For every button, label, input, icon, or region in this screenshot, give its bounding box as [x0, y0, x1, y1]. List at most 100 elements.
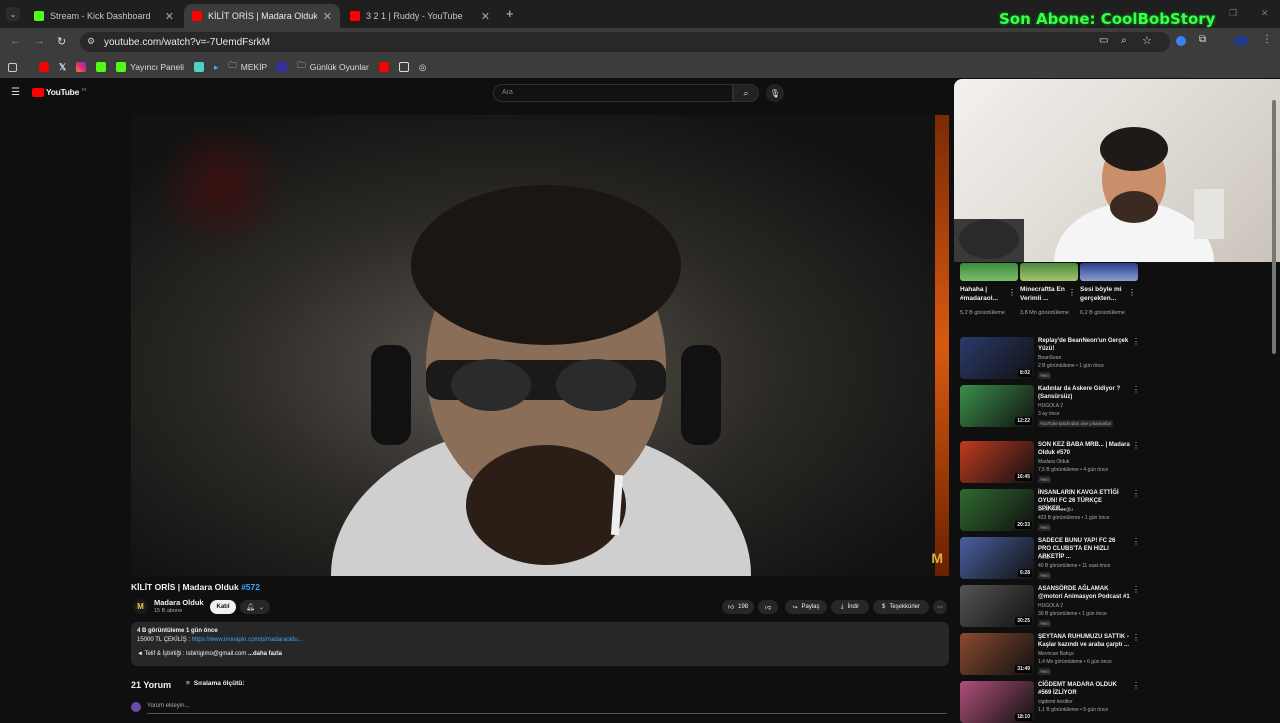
cast-icon[interactable]: ▭: [1099, 35, 1108, 46]
forward-icon[interactable]: →: [34, 35, 45, 47]
download-button[interactable]: ⤓ İndir: [831, 600, 869, 614]
address-bar[interactable]: youtube.com/watch?v=-7UemdFsrkM: [80, 32, 1170, 52]
more-icon[interactable]: ⋮: [1008, 288, 1016, 297]
video-description[interactable]: 4 B görüntüleme 1 gün önce 15000 TL ÇEKİ…: [131, 622, 949, 666]
profile-avatar[interactable]: [1234, 36, 1248, 46]
menu-icon[interactable]: ☰: [11, 87, 20, 98]
video-title[interactable]: SON KEZ BABA MRB... | Madara Olduk #570: [1038, 441, 1130, 457]
shorts-thumbnail[interactable]: [960, 263, 1018, 281]
bookmark-folder-mekip[interactable]: 🗀 MEKİP: [228, 60, 267, 74]
window-close-icon[interactable]: ✕: [1261, 8, 1269, 19]
recommended-video[interactable]: 8:02 Replay'de BeanNeon'un Gerçek Yüzü! Be…: [960, 337, 1140, 379]
bookmark-icon[interactable]: [277, 62, 288, 72]
x-icon[interactable]: 𝕏: [59, 62, 66, 73]
like-button[interactable]: 👍︎ 198: [722, 600, 754, 614]
globe-icon[interactable]: ◎: [419, 62, 426, 73]
video-hashtag[interactable]: #572: [241, 582, 260, 592]
extension-icon[interactable]: [1176, 36, 1186, 46]
bookmark-star-icon[interactable]: ☆: [1142, 34, 1152, 47]
video-thumbnail[interactable]: 31:49: [960, 633, 1034, 675]
recommended-video[interactable]: 31:49 ŞEYTANA RUHUMUZU SATTIK - Kaşlar ka…: [960, 633, 1140, 675]
more-icon[interactable]: ⋮: [1132, 489, 1140, 498]
extensions-puzzle-icon[interactable]: ⧉: [1199, 34, 1206, 45]
more-actions-button[interactable]: ⋯: [933, 600, 947, 614]
video-thumbnail[interactable]: 8:02: [960, 337, 1034, 379]
browser-menu-icon[interactable]: ⋮: [1262, 34, 1272, 45]
back-icon[interactable]: ←: [10, 35, 21, 47]
shorts-title[interactable]: Hahaha | #madaraol...: [960, 286, 1008, 303]
more-icon[interactable]: ⋮: [1132, 537, 1140, 546]
video-thumbnail[interactable]: 6:28: [960, 537, 1034, 579]
share-button[interactable]: ↪ Paylaş: [785, 600, 827, 614]
video-title[interactable]: ASANSÖRDE AĞLAMAK @motori Animasyon Podc…: [1038, 585, 1130, 601]
video-thumbnail[interactable]: 18:10: [960, 681, 1034, 723]
video-title[interactable]: SADECE BUNU YAP! FC 26 PRO CLUBS'TA EN H…: [1038, 537, 1130, 561]
bookmark-arrow-icon[interactable]: ▸: [214, 62, 218, 73]
video-player[interactable]: M: [131, 115, 949, 576]
join-button[interactable]: Katıl: [210, 600, 236, 614]
video-title[interactable]: Kadınlar da Askere Gidiyor ? (Sansürsüz): [1038, 385, 1130, 401]
channel-name[interactable]: Mevrican Bahçe: [1038, 650, 1074, 658]
shorts-thumbnail[interactable]: [1020, 263, 1078, 281]
bookmark-icon[interactable]: [193, 62, 204, 72]
channel-name[interactable]: HUGOLA 2: [1038, 602, 1063, 610]
tab-ruddy[interactable]: 3 2 1 | Ruddy - YouTube ✕: [342, 4, 498, 28]
video-thumbnail[interactable]: 16:45: [960, 441, 1034, 483]
recommended-video[interactable]: 18:10 CİĞDEMT MADARA OLDUK #569 İZLİYOR ci…: [960, 681, 1140, 723]
instagram-icon[interactable]: [76, 62, 87, 72]
recommended-video[interactable]: 30:25 ASANSÖRDE AĞLAMAK @motori Animasyon…: [960, 585, 1140, 627]
channel-name[interactable]: BeanSean: [1038, 354, 1061, 362]
recommended-video[interactable]: 20:33 İNSANLARIN KAVGA ETTİĞİ OYUN! FC 26…: [960, 489, 1140, 531]
more-icon[interactable]: ⋮: [1132, 633, 1140, 642]
kick-icon[interactable]: [96, 62, 107, 72]
image-icon[interactable]: [398, 62, 409, 72]
close-icon[interactable]: ✕: [323, 10, 332, 23]
video-thumbnail[interactable]: 20:33: [960, 489, 1034, 531]
channel-name[interactable]: cigdemt kesitler: [1038, 698, 1073, 706]
recommended-video[interactable]: 16:45 SON KEZ BABA MRB... | Madara Olduk …: [960, 441, 1140, 483]
tab-madara-olduk[interactable]: KİLİT ORİS | Madara Olduk #572 ✕: [184, 4, 340, 28]
more-icon[interactable]: ⋮: [1132, 337, 1140, 346]
recommended-video[interactable]: 6:28 SADECE BUNU YAP! FC 26 PRO CLUBS'TA …: [960, 537, 1140, 579]
window-restore-icon[interactable]: ❐: [1229, 8, 1237, 19]
add-comment-input[interactable]: Yorum ekleyin...: [147, 703, 189, 709]
bookmark-yayinci-paneli[interactable]: Yayıncı Paneli: [116, 62, 184, 72]
recommended-video[interactable]: 12:22 Kadınlar da Askere Gidiyor ? (Sansü…: [960, 385, 1140, 427]
youtube-icon[interactable]: [378, 62, 389, 72]
zoom-icon[interactable]: ⌕: [1121, 35, 1127, 46]
youtube-icon[interactable]: [39, 62, 49, 72]
channel-avatar[interactable]: M: [133, 599, 148, 614]
video-title[interactable]: CİĞDEMT MADARA OLDUK #569 İZLİYOR: [1038, 681, 1130, 697]
close-icon[interactable]: ✕: [165, 10, 174, 23]
site-settings-icon[interactable]: ⚙: [87, 36, 95, 47]
sort-comments-button[interactable]: ≡ Sıralama ölçütü:: [186, 680, 244, 687]
video-title[interactable]: ŞEYTANA RUHUMUZU SATTIK - Kaşlar kazındı…: [1038, 633, 1130, 649]
thanks-button[interactable]: $ Teşekkürler: [873, 600, 929, 614]
reload-icon[interactable]: ↻: [57, 35, 66, 48]
youtube-logo[interactable]: YouTube TR: [32, 87, 86, 97]
more-icon[interactable]: ⋮: [1068, 288, 1076, 297]
more-icon[interactable]: ⋮: [1132, 585, 1140, 594]
more-icon[interactable]: ⋮: [1132, 681, 1140, 690]
apps-grid-icon[interactable]: [8, 62, 17, 72]
shorts-title[interactable]: Minecraftta En Verimli ...: [1020, 286, 1068, 303]
close-icon[interactable]: ✕: [481, 10, 490, 23]
video-thumbnail[interactable]: 12:22: [960, 385, 1034, 427]
video-thumbnail[interactable]: 30:25: [960, 585, 1034, 627]
more-icon[interactable]: ⋮: [1132, 441, 1140, 450]
tab-kick-dashboard[interactable]: Stream - Kick Dashboard ✕: [26, 4, 182, 28]
channel-name[interactable]: HUGOLA 2: [1038, 402, 1063, 410]
notification-bell-button[interactable]: 🔔︎ ⌄: [240, 600, 270, 614]
more-icon[interactable]: ⋮: [1128, 288, 1136, 297]
dislike-button[interactable]: 👎︎: [758, 600, 778, 614]
channel-name[interactable]: Madara Olduk: [154, 598, 204, 607]
scrollbar[interactable]: [1272, 100, 1276, 354]
bookmark-folder-gunluk-oyunlar[interactable]: 🗀 Günlük Oyunlar: [297, 60, 369, 74]
channel-name[interactable]: Heisi: [1038, 554, 1049, 562]
more-icon[interactable]: ⋮: [1132, 385, 1140, 394]
channel-name[interactable]: Madara Olduk: [1038, 458, 1069, 466]
new-tab-button[interactable]: +: [506, 6, 514, 21]
show-more-link[interactable]: ...daha fazla: [248, 651, 282, 657]
video-title[interactable]: Replay'de BeanNeon'un Gerçek Yüzü!: [1038, 337, 1130, 353]
shorts-title[interactable]: Sesi böyle mi gerçekten...: [1080, 286, 1128, 303]
